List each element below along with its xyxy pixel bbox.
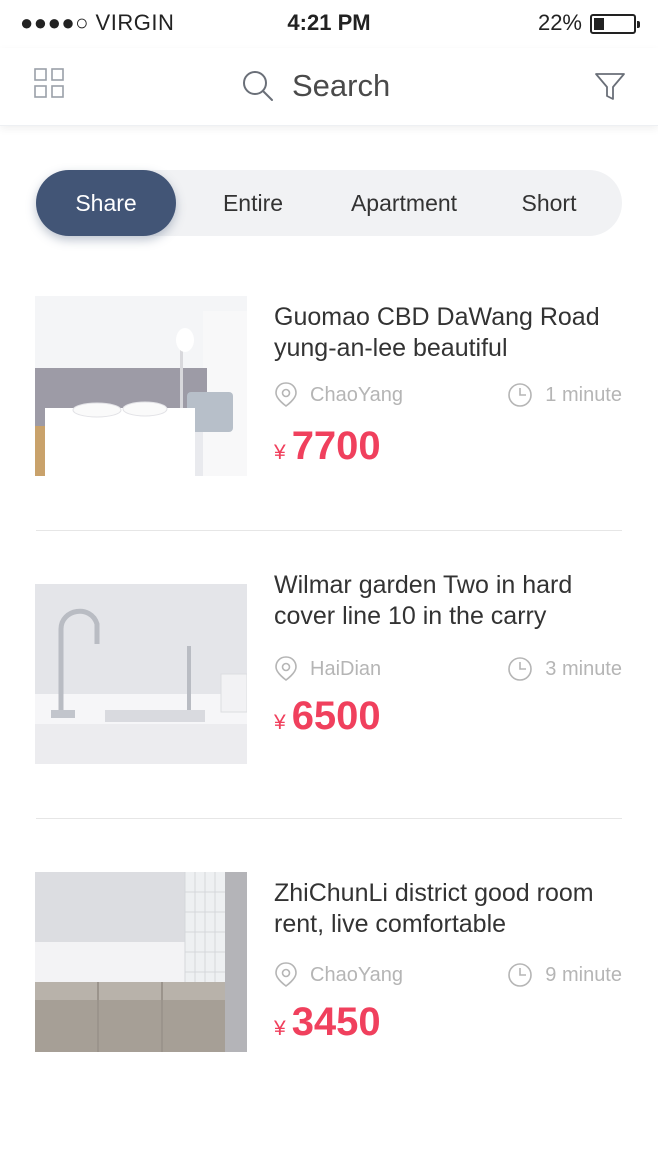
price-amount: 7700 — [291, 424, 381, 468]
location-label: ChaoYang — [310, 383, 404, 406]
tab-share[interactable]: Share — [36, 170, 176, 236]
listing-title: ZhiChunLi district good room rent, live … — [274, 879, 594, 938]
time-label: 9 minute — [545, 963, 622, 986]
time-label: 1 minute — [545, 383, 622, 406]
currency-symbol: ¥ — [274, 441, 286, 464]
listing-price: ¥ 6500 — [274, 694, 381, 739]
listing-location: ChaoYang — [274, 962, 403, 988]
currency-symbol: ¥ — [274, 711, 286, 734]
time-label: 3 minute — [545, 657, 622, 680]
tab-short[interactable]: Short — [496, 170, 602, 236]
location-pin-icon — [275, 382, 297, 407]
divider — [36, 530, 622, 531]
location-label: ChaoYang — [310, 963, 404, 986]
search-label: Search — [292, 68, 391, 103]
clock-icon — [508, 383, 533, 407]
listing-time: 1 minute — [507, 382, 622, 408]
listing-price: ¥ 3450 — [274, 1000, 381, 1045]
grid-menu-icon[interactable] — [34, 68, 64, 98]
currency-symbol: ¥ — [274, 1017, 286, 1040]
listing-location: ChaoYang — [274, 382, 403, 408]
listing-item[interactable]: Wilmar garden Two in hard cover line 10 … — [0, 570, 658, 766]
listing-price: ¥ 7700 — [274, 424, 381, 469]
clock-icon — [508, 963, 533, 987]
listing-item[interactable]: ZhiChunLi district good room rent, live … — [0, 872, 658, 1062]
location-label: HaiDian — [310, 657, 382, 680]
search-icon — [243, 71, 273, 101]
listing-time: 3 minute — [507, 656, 622, 682]
tab-apartment[interactable]: Apartment — [332, 170, 476, 236]
listing-title: Guomao CBD DaWang Road yung-an-lee beaut… — [274, 303, 600, 362]
listing-location: HaiDian — [274, 656, 381, 682]
listing-item[interactable]: Guomao CBD DaWang Road yung-an-lee beaut… — [0, 296, 658, 486]
location-pin-icon — [275, 656, 297, 681]
battery-percent: 22% — [537, 10, 582, 35]
category-tabs: Share Entire Apartment Short — [36, 170, 622, 236]
battery-icon — [590, 14, 640, 34]
status-bar: ●●●●○ VIRGIN 4:21 PM 22% — [0, 0, 658, 48]
price-amount: 3450 — [291, 1000, 381, 1044]
filter-icon[interactable] — [594, 70, 626, 102]
location-pin-icon — [275, 962, 297, 987]
search-button[interactable]: Search — [242, 66, 390, 106]
listing-photo — [35, 296, 247, 476]
listing-title: Wilmar garden Two in hard cover line 10 … — [274, 571, 573, 630]
listing-photo — [35, 584, 247, 764]
tab-entire[interactable]: Entire — [186, 170, 320, 236]
nav-bar: Search — [0, 48, 658, 126]
price-amount: 6500 — [291, 694, 381, 738]
listing-photo — [35, 872, 247, 1052]
listing-time: 9 minute — [507, 962, 622, 988]
divider — [36, 818, 622, 819]
clock-icon — [508, 657, 533, 681]
